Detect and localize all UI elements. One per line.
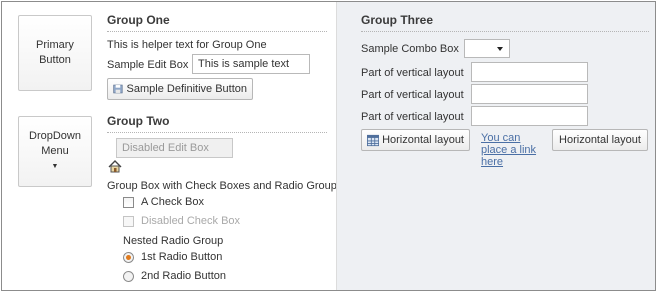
a-check-box[interactable] — [123, 197, 134, 208]
nested-radio-group-label: Nested Radio Group — [123, 235, 224, 247]
group-one-helper-text: This is helper text for Group One — [107, 39, 267, 51]
group-one-separator — [107, 31, 327, 32]
vertical-layout-label-2: Part of vertical layout — [361, 89, 464, 101]
vertical-layout-label-3: Part of vertical layout — [361, 111, 464, 123]
left-panel: Primary Button DropDown Menu ▼ Group One… — [2, 2, 337, 290]
link-line-3: here — [481, 156, 504, 168]
horizontal-layout-button-2[interactable]: Horizontal layout — [552, 129, 648, 151]
horizontal-layout-button-1[interactable]: Horizontal layout — [361, 129, 470, 151]
group-two-title: Group Two — [107, 114, 170, 128]
group-three-title: Group Three — [361, 13, 434, 27]
window-frame: Primary Button DropDown Menu ▼ Group One… — [1, 1, 656, 291]
sample-edit-box[interactable]: This is sample text — [192, 54, 310, 74]
disabled-edit-box: Disabled Edit Box — [116, 138, 233, 158]
link-line-2: place a link — [481, 144, 537, 156]
radio-button-2[interactable] — [123, 271, 134, 282]
primary-button-label-line1: Primary — [36, 39, 74, 51]
sample-edit-label: Sample Edit Box — [107, 59, 189, 71]
primary-button[interactable]: Primary Button — [18, 15, 92, 91]
vertical-layout-input-1[interactable] — [471, 62, 588, 82]
vertical-layout-input-3[interactable] — [471, 106, 588, 126]
a-check-box-label: A Check Box — [141, 196, 204, 208]
primary-button-label-line2: Button — [39, 54, 71, 66]
radio-button-1-label: 1st Radio Button — [141, 251, 223, 263]
place-a-link[interactable]: You can place a link here — [481, 132, 551, 168]
table-icon — [367, 134, 380, 146]
horizontal-layout-button-1-label: Horizontal layout — [382, 134, 464, 146]
group-three-separator — [361, 31, 649, 32]
disabled-check-box-label: Disabled Check Box — [141, 215, 241, 227]
caret-down-icon: ▼ — [51, 163, 59, 170]
floppy-disk-icon — [113, 84, 123, 94]
disabled-check-box — [123, 216, 134, 227]
group-one-title: Group One — [107, 13, 170, 27]
vertical-layout-input-2[interactable] — [471, 84, 588, 104]
chevron-down-icon — [497, 47, 503, 51]
radio-button-2-label: 2nd Radio Button — [141, 270, 227, 282]
dropdown-menu-button[interactable]: DropDown Menu ▼ — [18, 116, 92, 187]
sample-combo-label: Sample Combo Box — [361, 43, 459, 55]
sample-combo-box[interactable] — [464, 39, 510, 58]
group-two-separator — [107, 132, 327, 133]
groupbox-label: Group Box with Check Boxes and Radio Gro… — [107, 180, 337, 192]
sample-definitive-button-label: Sample Definitive Button — [126, 83, 247, 95]
vertical-layout-label-1: Part of vertical layout — [361, 67, 464, 79]
radio-button-1[interactable] — [123, 252, 134, 263]
right-panel: Group Three Sample Combo Box Part of ver… — [336, 2, 655, 290]
horizontal-layout-button-2-label: Horizontal layout — [559, 134, 641, 146]
sample-definitive-button[interactable]: Sample Definitive Button — [107, 78, 253, 100]
dropdown-button-label-line1: DropDown — [29, 130, 81, 142]
dropdown-button-label-line2: Menu — [41, 145, 69, 157]
home-icon[interactable] — [108, 160, 122, 173]
link-line-1: You can — [481, 132, 521, 144]
